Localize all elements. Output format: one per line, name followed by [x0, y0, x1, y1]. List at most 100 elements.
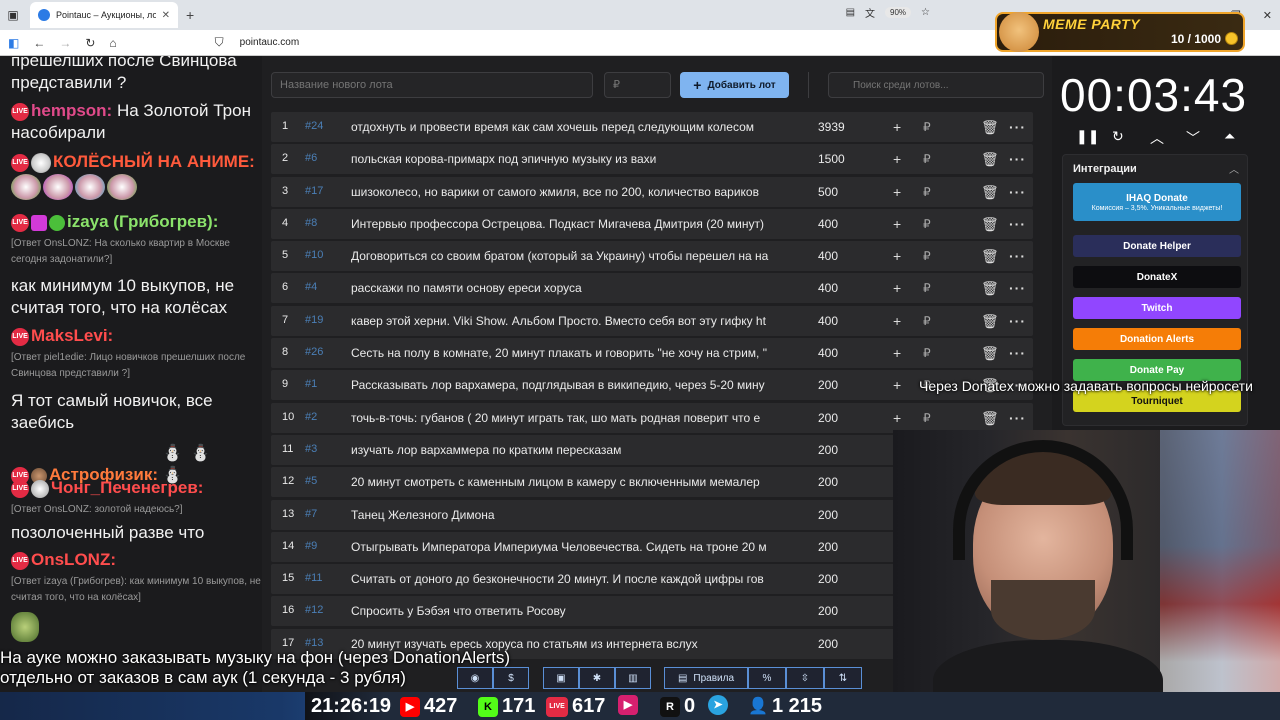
dollar-icon[interactable]: $	[493, 667, 529, 689]
lot-name[interactable]: кавер этой херни. Viki Show. Альбом Прос…	[351, 314, 790, 328]
window-menu-icon[interactable]: ▣	[0, 0, 26, 30]
lot-amount[interactable]: 400	[818, 217, 838, 231]
lot-name[interactable]: Танец Железного Димона	[351, 508, 790, 522]
reload-icon[interactable]: ↻	[85, 36, 95, 50]
add-lot-button[interactable]: + Добавить лот	[680, 72, 789, 98]
integration-button[interactable]: Donation Alerts	[1073, 328, 1241, 350]
more-options-icon[interactable]: ···	[1009, 151, 1026, 167]
more-options-icon[interactable]: ···	[1009, 280, 1026, 296]
lot-amount[interactable]: 200	[818, 378, 838, 392]
lot-amount[interactable]: 200	[818, 572, 838, 586]
ruble-icon[interactable]: ₽	[923, 281, 931, 295]
pause-icon[interactable]: ❚❚	[1076, 128, 1099, 145]
ruble-icon[interactable]: ₽	[923, 411, 931, 425]
lot-name[interactable]: Сесть на полу в комнате, 20 минут плакат…	[351, 346, 790, 360]
chevron-up-icon[interactable]: ︿	[1150, 128, 1164, 148]
lot-amount[interactable]: 400	[818, 281, 838, 295]
add-amount-icon[interactable]: +	[893, 410, 901, 426]
sidebar-toggle-icon[interactable]: ◧	[8, 36, 19, 50]
forward-icon[interactable]: →	[59, 36, 71, 50]
lot-amount[interactable]: 200	[818, 637, 838, 651]
browser-tab[interactable]: Pointauc – Аукционы, лотереи ✕	[30, 2, 178, 28]
lot-row[interactable]: 1 #24 отдохнуть и провести время как сам х…	[271, 112, 1033, 142]
add-amount-icon[interactable]: +	[893, 184, 901, 200]
price-input[interactable]	[604, 72, 671, 98]
add-amount-icon[interactable]: +	[893, 345, 901, 361]
lot-amount[interactable]: 1500	[818, 152, 845, 166]
ruble-icon[interactable]: ₽	[923, 314, 931, 328]
lot-name[interactable]: Считать от доного до безконечности 20 ми…	[351, 572, 790, 586]
delete-icon[interactable]: 🗑	[981, 248, 999, 265]
lot-amount[interactable]: 200	[818, 475, 838, 489]
search-lots-input[interactable]	[828, 72, 1044, 98]
more-options-icon[interactable]: ···	[1009, 119, 1026, 135]
integration-button[interactable]: Twitch	[1073, 297, 1241, 319]
more-options-icon[interactable]: ···	[1009, 248, 1026, 264]
split-icon[interactable]: ⇳	[786, 667, 824, 689]
lot-row[interactable]: 3 #17 шизоколесо, но варики от самого жмил…	[271, 176, 1033, 207]
lot-row[interactable]: 2 #6 польская корова-примарх под эпичную м…	[271, 144, 1033, 175]
lot-name[interactable]: Рассказывать лор вархамера, подглядывая …	[351, 378, 790, 392]
new-tab-icon[interactable]: +	[186, 7, 194, 23]
add-amount-icon[interactable]: +	[893, 313, 901, 329]
collapse-icon[interactable]: ︿	[1229, 161, 1239, 176]
bug-icon[interactable]: ✱	[579, 667, 615, 689]
ruble-icon[interactable]: ₽	[923, 346, 931, 360]
clear-icon[interactable]: ▥	[615, 667, 651, 689]
lot-name[interactable]: 20 минут смотреть с каменным лицом в кам…	[351, 475, 790, 489]
percent-icon[interactable]: %	[748, 667, 786, 689]
reader-view-icon[interactable]: ▤	[846, 7, 855, 18]
more-options-icon[interactable]: ···	[1009, 345, 1026, 361]
lot-amount[interactable]: 200	[818, 540, 838, 554]
lot-amount[interactable]: 500	[818, 185, 838, 199]
lot-row[interactable]: 5 #10 Договориться со своим братом (которы…	[271, 241, 1033, 272]
reset-icon[interactable]: ↻	[1112, 128, 1124, 145]
integration-button[interactable]: IHAQ Donate Комиссия – 3,5%. Уникальные в…	[1073, 183, 1241, 221]
integration-button[interactable]: DonateX	[1073, 266, 1241, 288]
delete-icon[interactable]: 🗑	[981, 216, 999, 233]
lot-name[interactable]: отдохнуть и провести время как сам хочеш…	[351, 120, 790, 134]
ruble-icon[interactable]: ₽	[923, 120, 931, 134]
delete-icon[interactable]: 🗑	[981, 410, 999, 427]
more-options-icon[interactable]: ···	[1009, 216, 1026, 232]
sort-icon[interactable]: ⇅	[824, 667, 862, 689]
delete-icon[interactable]: 🗑	[981, 119, 999, 136]
add-amount-icon[interactable]: +	[893, 216, 901, 232]
close-window-icon[interactable]: ✕	[1263, 9, 1272, 22]
lot-name[interactable]: Интервью профессора Острецова. Подкаст М…	[351, 217, 790, 231]
delete-icon[interactable]: 🗑	[981, 280, 999, 297]
lot-amount[interactable]: 3939	[818, 120, 845, 134]
lot-amount[interactable]: 400	[818, 314, 838, 328]
shield-icon[interactable]: ⛉	[215, 35, 224, 50]
lot-name[interactable]: шизоколесо, но варики от самого жмиля, в…	[351, 185, 790, 199]
integration-button[interactable]: Donate Helper	[1073, 235, 1241, 257]
close-tab-icon[interactable]: ✕	[162, 10, 170, 21]
lot-row[interactable]: 6 #4 расскажи по памяти основу ереси хорус…	[271, 273, 1033, 304]
home-icon[interactable]: ⌂	[109, 36, 116, 50]
lot-row[interactable]: 4 #8 Интервью профессора Острецова. Подкас…	[271, 208, 1033, 239]
save-icon[interactable]: ▣	[543, 667, 579, 689]
double-chevron-up-icon[interactable]: ⏶	[1224, 128, 1235, 145]
more-options-icon[interactable]: ···	[1009, 313, 1026, 329]
delete-icon[interactable]: 🗑	[981, 345, 999, 362]
chevron-down-icon[interactable]: ﹀	[1186, 128, 1200, 148]
lot-row[interactable]: 8 #26 Сесть на полу в комнате, 20 минут пл…	[271, 338, 1033, 369]
lot-name[interactable]: польская корова-примарх под эпичную музы…	[351, 152, 790, 166]
more-options-icon[interactable]: ···	[1009, 184, 1026, 200]
back-icon[interactable]: ←	[33, 36, 45, 50]
rules-button[interactable]: ▤ Правила	[664, 667, 748, 689]
add-amount-icon[interactable]: +	[893, 119, 901, 135]
url-field[interactable]: pointauc.com	[240, 37, 299, 48]
lot-amount[interactable]: 200	[818, 411, 838, 425]
lot-name[interactable]: изучать лор вархаммера по кратким переск…	[351, 443, 790, 457]
lot-amount[interactable]: 200	[818, 604, 838, 618]
delete-icon[interactable]: 🗑	[981, 313, 999, 330]
lot-name[interactable]: расскажи по памяти основу ереси хоруса	[351, 281, 790, 295]
lot-row[interactable]: 7 #19 кавер этой херни. Viki Show. Альбом …	[271, 305, 1033, 336]
new-lot-input[interactable]	[271, 72, 593, 98]
lot-amount[interactable]: 400	[818, 249, 838, 263]
add-amount-icon[interactable]: +	[893, 377, 901, 393]
delete-icon[interactable]: 🗑	[981, 151, 999, 168]
lot-amount[interactable]: 200	[818, 508, 838, 522]
zoom-level[interactable]: 90%	[885, 7, 912, 18]
